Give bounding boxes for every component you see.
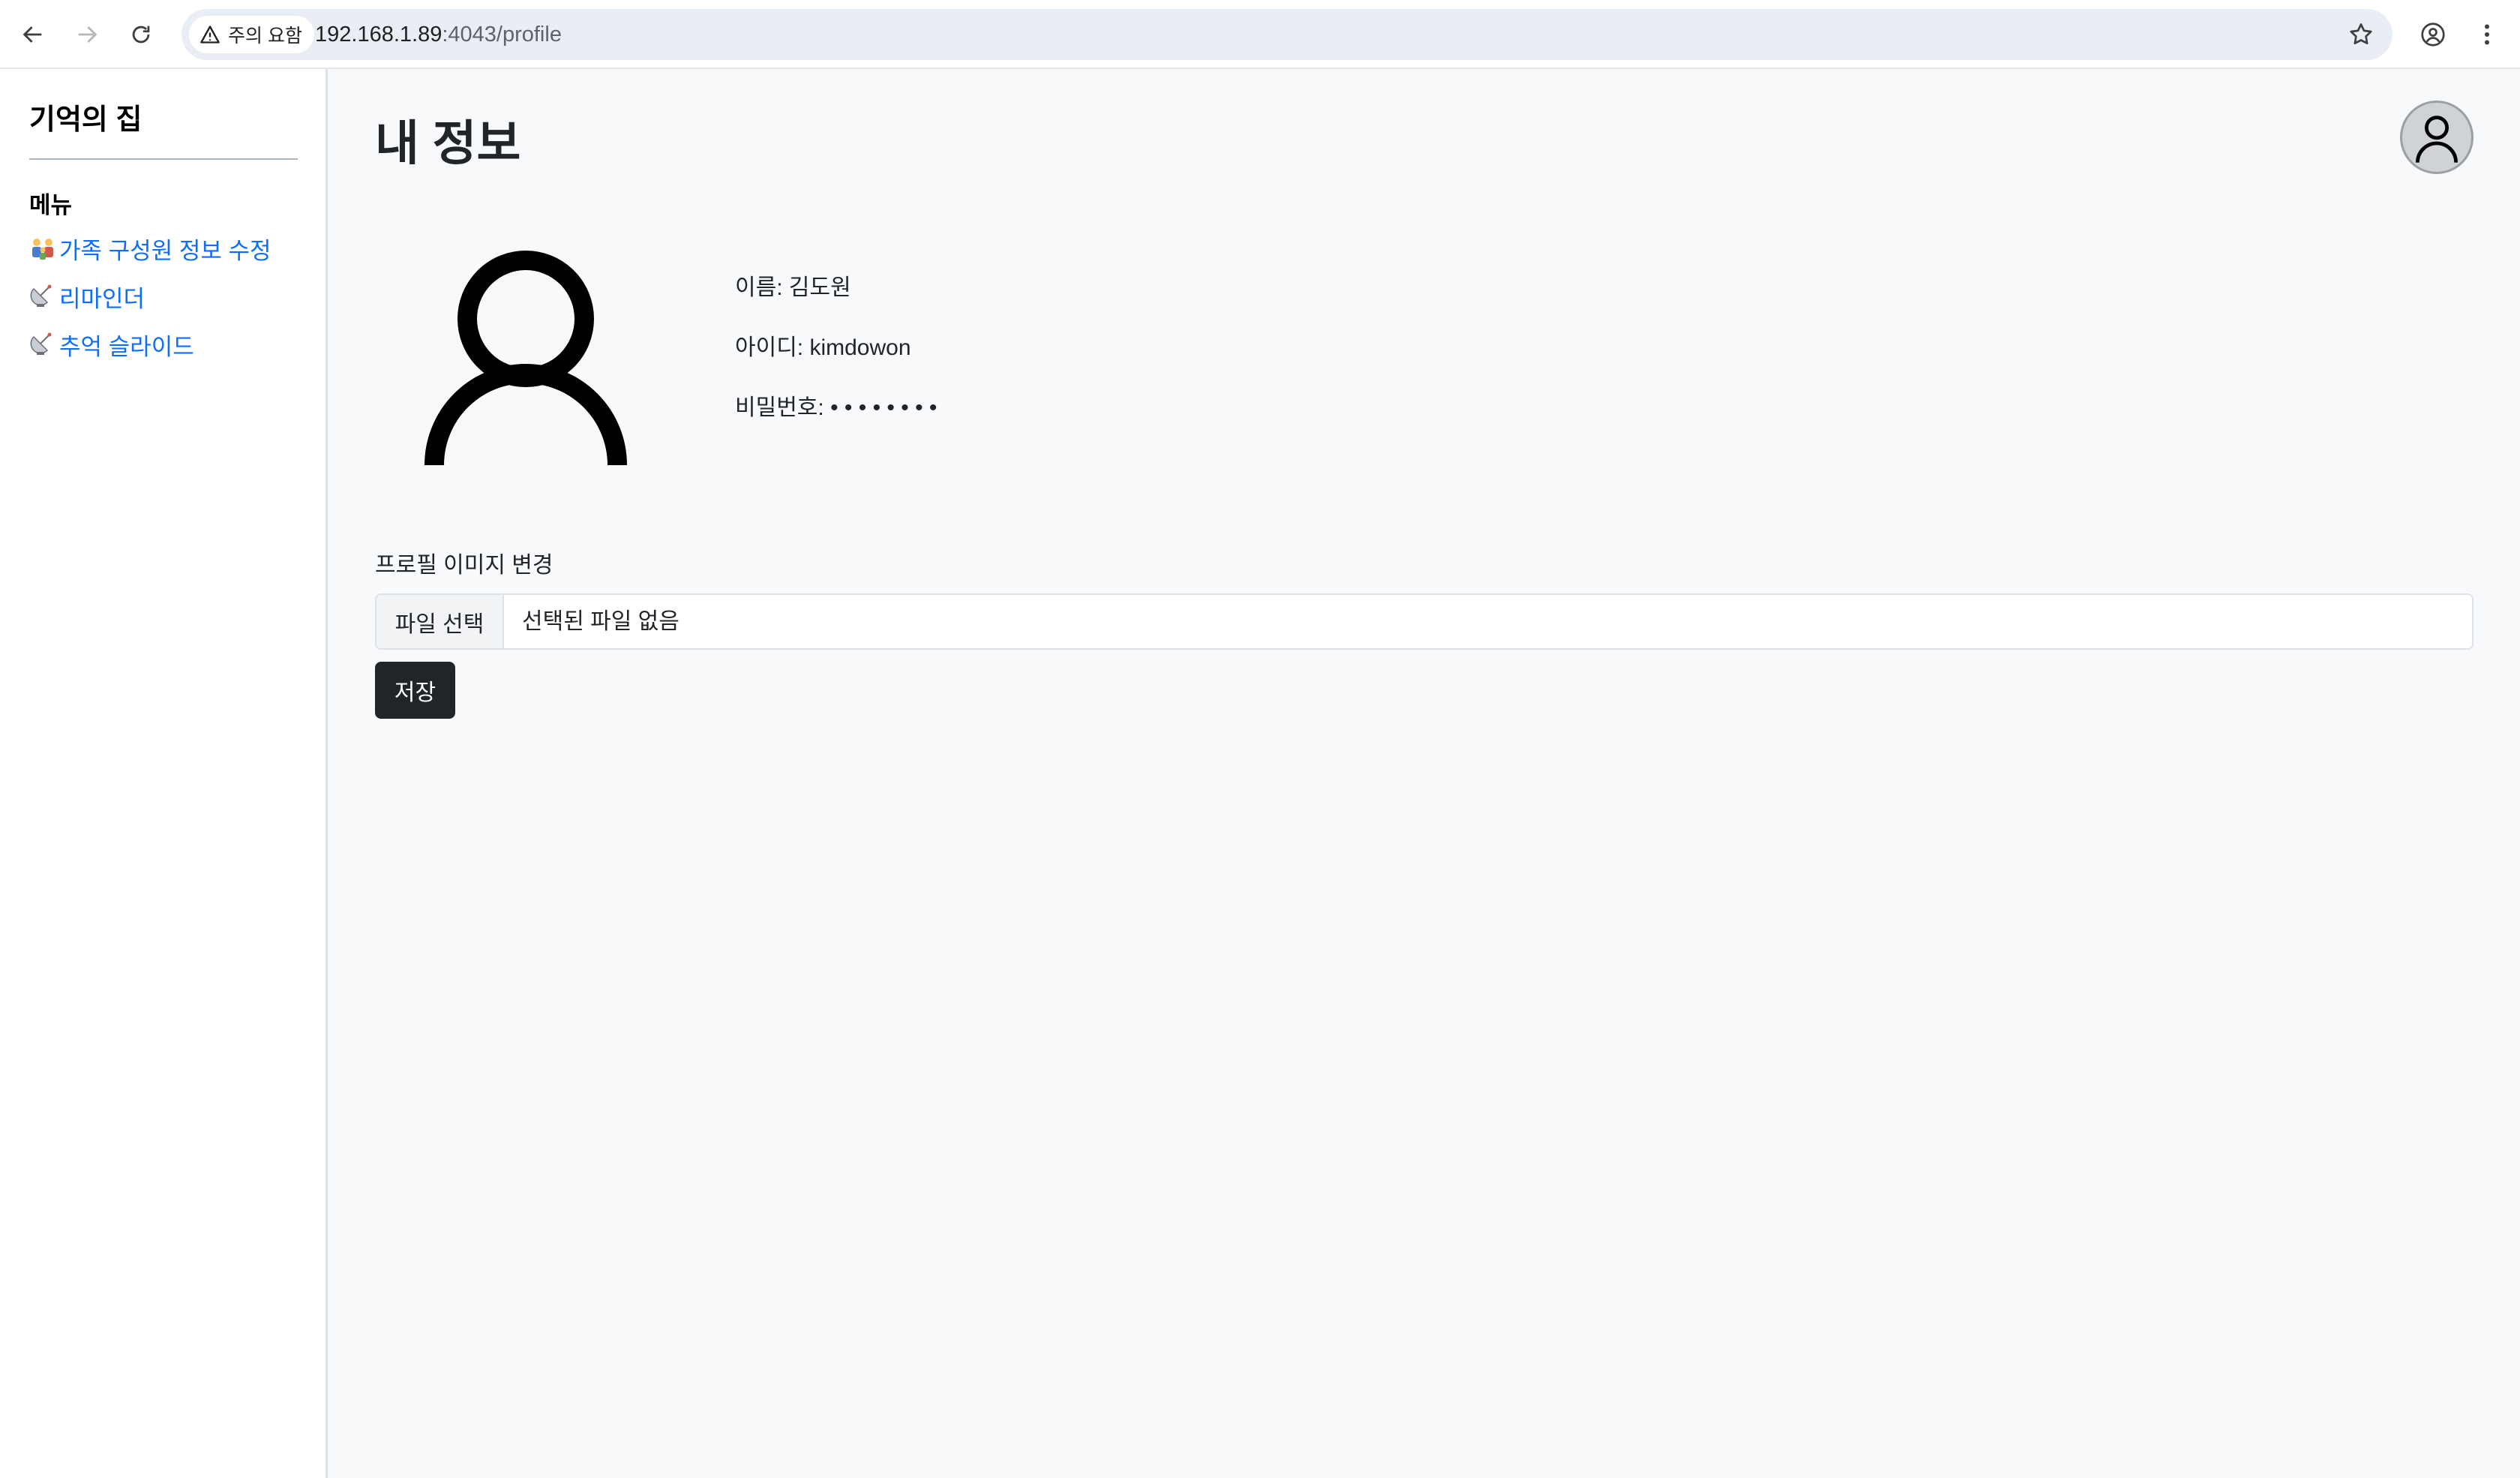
back-button[interactable] bbox=[15, 17, 51, 53]
address-bar[interactable]: 주의 요함 192.168.1.89:4043/profile bbox=[182, 9, 2392, 60]
family-emoji-icon bbox=[32, 239, 53, 260]
browser-menu-button[interactable] bbox=[2469, 17, 2505, 53]
sidebar-divider bbox=[29, 158, 298, 160]
sidebar: 기억의 집 메뉴 가족 구성원 정보 수정 리마인더 추억 슬라이드 bbox=[0, 69, 328, 1478]
url-text[interactable]: 192.168.1.89:4043/profile bbox=[315, 9, 562, 60]
reload-button[interactable] bbox=[123, 17, 159, 53]
save-button[interactable]: 저장 bbox=[375, 662, 455, 719]
browser-toolbar: 주의 요함 192.168.1.89:4043/profile bbox=[0, 0, 2520, 69]
profile-password: 비밀번호: • • • • • • • • bbox=[735, 395, 938, 420]
arrow-left-icon bbox=[22, 26, 42, 43]
arrow-right-icon bbox=[78, 26, 98, 43]
profile-image-file-input[interactable]: 파일 선택 선택된 파일 없음 bbox=[375, 593, 2474, 650]
page-title: 내 정보 bbox=[375, 116, 521, 170]
warning-triangle-icon bbox=[200, 26, 220, 44]
profile-id: 아이디: kimdowon bbox=[735, 335, 911, 360]
choose-file-button[interactable]: 파일 선택 bbox=[376, 595, 504, 648]
url-path: :4043/profile bbox=[442, 23, 562, 47]
profile-menu-button[interactable] bbox=[2415, 17, 2451, 53]
security-warning-chip[interactable]: 주의 요함 bbox=[189, 16, 314, 53]
bookmark-star-icon[interactable] bbox=[2348, 21, 2374, 48]
user-icon bbox=[2416, 116, 2458, 163]
sidebar-item-label: 리마인더 bbox=[59, 285, 146, 312]
image-change-label: 프로필 이미지 변경 bbox=[375, 553, 554, 578]
more-vertical-icon bbox=[2485, 24, 2489, 45]
satellite-dish-emoji-icon bbox=[30, 284, 52, 307]
sidebar-item-memory-slide[interactable]: 추억 슬라이드 bbox=[29, 328, 194, 361]
file-status-text: 선택된 파일 없음 bbox=[522, 609, 680, 634]
user-avatar-button[interactable] bbox=[2400, 101, 2474, 174]
sidebar-item-family-edit[interactable]: 가족 구성원 정보 수정 bbox=[29, 232, 272, 265]
brand-title: 기억의 집 bbox=[29, 104, 142, 136]
url-host: 192.168.1.89 bbox=[315, 23, 442, 47]
sidebar-item-label: 가족 구성원 정보 수정 bbox=[59, 237, 272, 264]
account-circle-icon bbox=[2421, 23, 2445, 47]
profile-name: 이름: 김도원 bbox=[735, 275, 851, 300]
satellite-dish-emoji-icon bbox=[30, 332, 52, 355]
security-warning-text: 주의 요함 bbox=[228, 26, 302, 47]
sidebar-item-reminder[interactable]: 리마인더 bbox=[29, 280, 145, 313]
menu-heading: 메뉴 bbox=[29, 192, 73, 218]
reload-icon bbox=[132, 26, 150, 44]
sidebar-item-label: 추억 슬라이드 bbox=[59, 333, 194, 360]
forward-button[interactable] bbox=[69, 17, 105, 53]
profile-avatar-icon bbox=[424, 251, 627, 465]
